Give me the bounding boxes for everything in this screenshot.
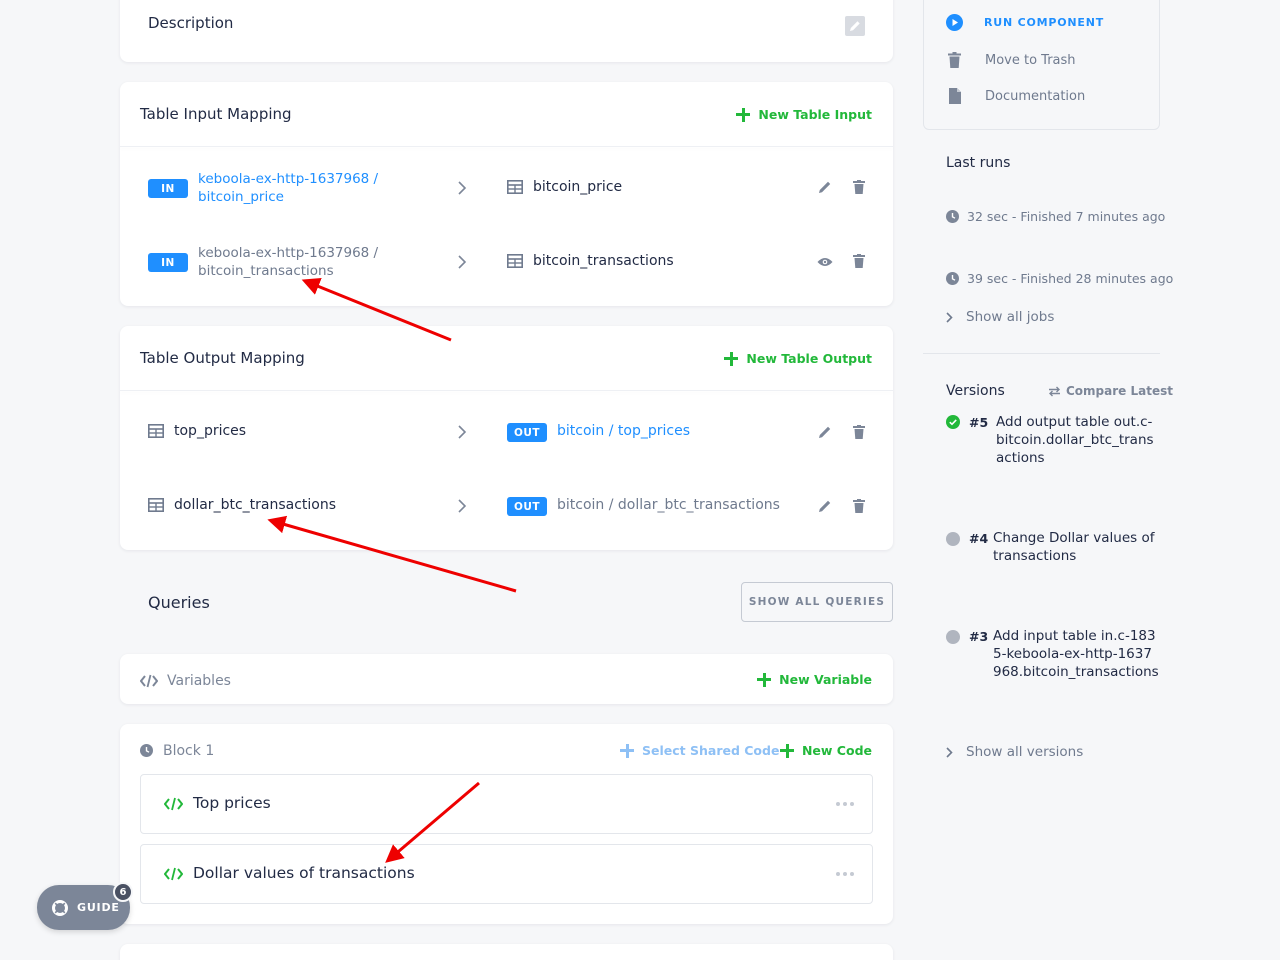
version-number: #3 <box>969 629 989 644</box>
version-number: #5 <box>969 415 989 430</box>
code-name: Top prices <box>193 794 271 812</box>
trash-icon <box>948 52 961 68</box>
header-divider <box>120 390 893 391</box>
plus-icon <box>757 672 772 687</box>
output-mapping-title: Table Output Mapping <box>140 349 305 367</box>
input-destination: bitcoin_price <box>533 179 623 195</box>
code-icon <box>140 674 158 688</box>
header-divider <box>120 146 893 147</box>
pencil-icon[interactable] <box>818 499 832 513</box>
out-badge: OUT <box>507 497 547 516</box>
table-input-mapping-card: Table Input Mapping New Table Input IN k… <box>120 82 893 306</box>
version-description[interactable]: Change Dollar values of transactions <box>993 529 1158 565</box>
version-description[interactable]: Add input table in.c-1835-keboola-ex-htt… <box>993 627 1159 681</box>
table-icon <box>148 424 164 438</box>
input-mapping-title: Table Input Mapping <box>140 105 292 123</box>
table-icon <box>507 254 523 268</box>
description-title: Description <box>148 14 234 32</box>
input-source[interactable]: keboola-ex-http-1637968 / bitcoin_transa… <box>198 244 388 280</box>
description-card: Description <box>120 0 893 62</box>
queries-title: Queries <box>148 593 210 612</box>
sidebar-actions-panel: RUN COMPONENT Move to Trash Documentatio… <box>923 0 1160 130</box>
block-card: Block 1 Select Shared Code New Code Top … <box>120 724 893 924</box>
check-circle-icon <box>946 415 960 429</box>
code-name: Dollar values of transactions <box>193 864 415 882</box>
more-options-icon[interactable] <box>836 872 854 876</box>
show-all-jobs-link[interactable]: Show all jobs <box>946 309 1054 325</box>
version-status-dot <box>946 532 960 546</box>
pencil-icon[interactable] <box>818 180 832 194</box>
move-to-trash-button[interactable]: Move to Trash <box>948 52 1076 68</box>
block-title[interactable]: Block 1 <box>163 743 214 759</box>
edit-description-icon[interactable] <box>844 15 866 37</box>
sidebar-divider <box>923 353 1160 354</box>
new-table-output-button[interactable]: New Table Output <box>724 351 872 366</box>
next-card <box>120 944 893 960</box>
trash-icon[interactable] <box>853 425 865 439</box>
run-component-button[interactable]: RUN COMPONENT <box>946 14 1104 31</box>
swap-icon <box>1049 386 1060 396</box>
new-variable-button[interactable]: New Variable <box>757 672 872 687</box>
chevron-right-icon <box>946 746 953 758</box>
output-source: dollar_btc_transactions <box>174 497 337 513</box>
chevron-right-icon <box>458 255 467 269</box>
variables-card[interactable]: Variables New Variable <box>120 654 893 704</box>
clock-icon <box>946 272 959 285</box>
document-icon <box>949 88 961 104</box>
chevron-right-icon <box>458 425 467 439</box>
chevron-right-icon <box>946 311 953 323</box>
variables-title: Variables <box>167 673 231 689</box>
version-status-dot <box>946 630 960 644</box>
plus-icon <box>779 743 794 758</box>
guide-count-badge: 6 <box>113 882 133 902</box>
play-icon <box>946 14 963 31</box>
plus-icon <box>724 351 739 366</box>
code-row[interactable]: Dollar values of transactions <box>140 844 873 904</box>
output-destination[interactable]: bitcoin / dollar_btc_transactions <box>557 497 780 513</box>
chevron-right-icon <box>458 499 467 513</box>
new-table-input-button[interactable]: New Table Input <box>736 107 872 122</box>
new-code-button[interactable]: New Code <box>779 743 872 758</box>
show-all-versions-link[interactable]: Show all versions <box>946 744 1083 760</box>
input-destination: bitcoin_transactions <box>533 253 674 269</box>
run-item[interactable]: 32 sec - Finished 7 minutes ago <box>946 209 1165 224</box>
chevron-right-icon <box>458 181 467 195</box>
code-icon <box>164 867 183 881</box>
code-row[interactable]: Top prices <box>140 774 873 834</box>
pencil-icon[interactable] <box>818 425 832 439</box>
trash-icon[interactable] <box>853 499 865 513</box>
eye-icon[interactable] <box>817 257 833 267</box>
show-all-queries-button[interactable]: SHOW ALL QUERIES <box>741 582 893 622</box>
documentation-link[interactable]: Documentation <box>949 88 1085 104</box>
trash-icon[interactable] <box>853 180 865 194</box>
table-output-mapping-card: Table Output Mapping New Table Output to… <box>120 326 893 550</box>
version-number: #4 <box>969 531 989 546</box>
lifebuoy-icon <box>52 899 68 916</box>
more-options-icon[interactable] <box>836 802 854 806</box>
compare-latest-button[interactable]: Compare Latest <box>1048 384 1173 398</box>
in-badge: IN <box>148 179 188 198</box>
clock-icon <box>140 744 153 757</box>
trash-icon[interactable] <box>853 254 865 268</box>
out-badge: OUT <box>507 423 547 442</box>
in-badge: IN <box>148 253 188 272</box>
code-icon <box>164 797 183 811</box>
table-icon <box>507 180 523 194</box>
versions-title: Versions <box>946 383 1005 399</box>
plus-icon <box>620 743 634 758</box>
version-description[interactable]: Add output table out.c-bitcoin.dollar_bt… <box>996 413 1160 467</box>
input-source-link[interactable]: keboola-ex-http-1637968 / bitcoin_price <box>198 170 388 206</box>
last-runs-title: Last runs <box>946 155 1011 171</box>
run-item[interactable]: 39 sec - Finished 28 minutes ago <box>946 271 1173 286</box>
table-icon <box>148 498 164 512</box>
output-source: top_prices <box>174 423 247 439</box>
clock-icon <box>946 210 959 223</box>
output-destination-link[interactable]: bitcoin / top_prices <box>557 423 690 439</box>
select-shared-code-button[interactable]: Select Shared Code <box>620 743 779 758</box>
plus-icon <box>736 107 751 122</box>
